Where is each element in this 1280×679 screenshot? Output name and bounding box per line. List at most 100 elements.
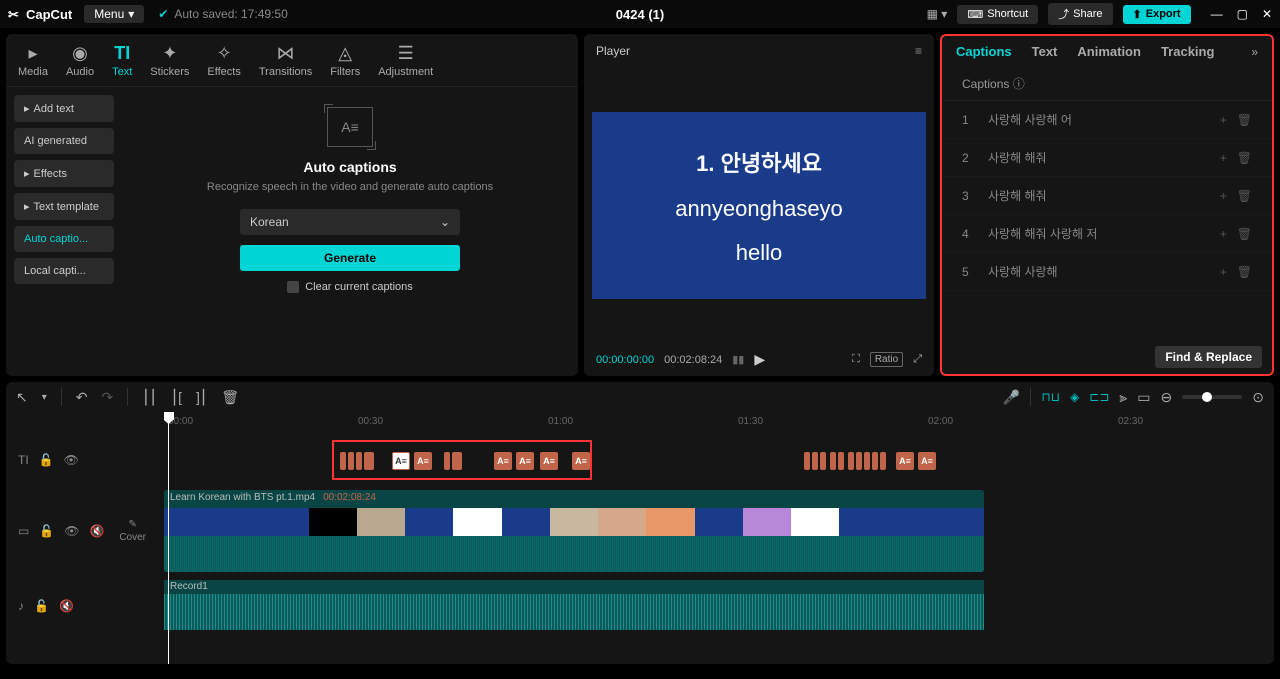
scan-icon[interactable]: ⛶ [852, 353, 860, 366]
caption-clip[interactable] [856, 452, 862, 470]
nav-add-text[interactable]: ▸Add text [14, 95, 114, 122]
preview-icon[interactable]: ▭ [1137, 389, 1150, 406]
caption-clip[interactable] [452, 452, 462, 470]
tab-filters[interactable]: ◬Filters [330, 42, 360, 78]
video-clip[interactable]: Learn Korean with BTS pt.1.mp4 00:02:08:… [164, 490, 984, 572]
find-replace-button[interactable]: Find & Replace [1155, 346, 1262, 368]
caption-clip[interactable]: A≡ [414, 452, 432, 470]
tab-effects[interactable]: ✧Effects [207, 42, 240, 78]
caption-track[interactable]: A≡ A≡ A≡ A≡ A≡ A≡ A≡ A≡ [164, 434, 1274, 486]
caption-clip[interactable] [356, 452, 362, 470]
cursor-tool[interactable]: ↖ [16, 389, 28, 406]
caption-clip[interactable] [838, 452, 844, 470]
zoom-fit-icon[interactable]: ⊙ [1252, 389, 1264, 406]
tab-text-props[interactable]: Text [1032, 44, 1058, 59]
playhead[interactable] [168, 412, 169, 664]
caption-clip[interactable] [444, 452, 450, 470]
plus-icon[interactable]: + [1220, 227, 1227, 241]
plus-icon[interactable]: + [1220, 113, 1227, 127]
caption-clip[interactable] [872, 452, 878, 470]
caption-clip[interactable] [830, 452, 836, 470]
link-icon[interactable]: ◈ [1070, 390, 1079, 404]
menu-icon[interactable]: ≡ [915, 44, 922, 58]
play-button[interactable]: ▶ [754, 351, 765, 368]
nav-local-captions[interactable]: Local capti... [14, 258, 114, 284]
caption-clip-selected[interactable]: A≡ [392, 452, 410, 470]
shortcut-button[interactable]: ⌨Shortcut [957, 5, 1038, 24]
snap-icon[interactable]: ⊏⊐ [1089, 390, 1109, 404]
cover-button[interactable]: ✎ Cover [119, 519, 146, 543]
mute-icon[interactable]: 🔇 [59, 599, 74, 613]
zoom-slider[interactable] [1182, 395, 1242, 399]
redo-button[interactable]: ↷ [102, 389, 114, 406]
caption-clip[interactable] [820, 452, 826, 470]
caption-clip[interactable]: A≡ [918, 452, 936, 470]
caption-clip[interactable] [880, 452, 886, 470]
magnet-icon[interactable]: ⊓⊔ [1041, 390, 1060, 404]
fullscreen-icon[interactable]: ⤢ [913, 353, 922, 366]
undo-button[interactable]: ↶ [76, 389, 88, 406]
caption-item[interactable]: 5사랑해 사랑해+🗑 [942, 253, 1272, 291]
columns-icon[interactable]: ▮▮ [732, 353, 744, 366]
trim-left-tool[interactable]: ⎮[ [171, 389, 182, 406]
eye-icon[interactable]: 👁 [64, 453, 79, 467]
menu-button[interactable]: Menu ▾ [84, 5, 144, 23]
audio-track[interactable]: Record1 [164, 576, 1274, 636]
video-track[interactable]: Learn Korean with BTS pt.1.mp4 00:02:08:… [164, 486, 1274, 576]
plus-icon[interactable]: + [1220, 189, 1227, 203]
zoom-out-icon[interactable]: ⊖ [1161, 389, 1173, 406]
split-tool[interactable]: ⎮⎮ [142, 389, 157, 406]
tab-media[interactable]: ▸Media [18, 42, 48, 78]
nav-ai-generated[interactable]: AI generated [14, 128, 114, 154]
lock-icon[interactable]: 🔓 [39, 453, 54, 467]
caption-clip[interactable] [804, 452, 810, 470]
minimize-button[interactable]: — [1211, 7, 1223, 21]
cursor-dropdown-icon[interactable]: ▾ [42, 392, 47, 403]
nav-effects[interactable]: ▸Effects [14, 160, 114, 187]
caption-clip[interactable]: A≡ [572, 452, 590, 470]
generate-button[interactable]: Generate [240, 245, 460, 271]
delete-icon[interactable]: 🗑 [1237, 151, 1252, 165]
clear-captions-checkbox[interactable]: Clear current captions [287, 281, 413, 293]
tab-tracking[interactable]: Tracking [1161, 44, 1214, 59]
tab-animation[interactable]: Animation [1077, 44, 1141, 59]
plus-icon[interactable]: + [1220, 265, 1227, 279]
tab-text[interactable]: TIText [112, 42, 132, 78]
caption-clip[interactable] [848, 452, 854, 470]
export-button[interactable]: ⬆Export [1123, 5, 1191, 24]
info-icon[interactable]: ⓘ [1013, 77, 1025, 91]
plus-icon[interactable]: + [1220, 151, 1227, 165]
video-viewport[interactable]: 1. 안녕하세요 annyeonghaseyo hello [584, 68, 934, 343]
delete-icon[interactable]: 🗑 [1237, 113, 1252, 127]
caption-clip[interactable] [864, 452, 870, 470]
tab-adjustment[interactable]: ☰Adjustment [378, 42, 433, 78]
mic-icon[interactable]: 🎤 [1003, 389, 1020, 406]
delete-icon[interactable]: 🗑 [1237, 189, 1252, 203]
nav-auto-captions[interactable]: Auto captio... [14, 226, 114, 252]
delete-tool[interactable]: 🗑 [221, 389, 239, 406]
audio-clip[interactable]: Record1 [164, 580, 984, 630]
timeline-ruler[interactable]: 00:00 00:30 01:00 01:30 02:00 02:30 [164, 412, 1274, 434]
caption-item[interactable]: 1사랑해 사랑해 어+🗑 [942, 101, 1272, 139]
maximize-button[interactable]: ▢ [1237, 7, 1248, 21]
close-button[interactable]: ✕ [1262, 7, 1272, 21]
tab-transitions[interactable]: ⋈Transitions [259, 42, 312, 78]
document-title[interactable]: 0424 (1) [616, 7, 664, 22]
delete-icon[interactable]: 🗑 [1237, 227, 1252, 241]
align-icon[interactable]: ⫸ [1119, 389, 1127, 406]
delete-icon[interactable]: 🗑 [1237, 265, 1252, 279]
caption-item[interactable]: 3사랑해 해줘+🗑 [942, 177, 1272, 215]
caption-item[interactable]: 4사랑해 해줘 사랑해 저+🗑 [942, 215, 1272, 253]
caption-clip[interactable]: A≡ [896, 452, 914, 470]
tab-captions[interactable]: Captions [956, 44, 1012, 59]
caption-clip[interactable]: A≡ [540, 452, 558, 470]
lock-icon[interactable]: 🔓 [39, 524, 54, 538]
lock-icon[interactable]: 🔓 [34, 599, 49, 613]
caption-clip[interactable] [348, 452, 354, 470]
ratio-button[interactable]: Ratio [870, 352, 903, 367]
language-select[interactable]: Korean ⌄ [240, 209, 460, 235]
caption-clip[interactable]: A≡ [494, 452, 512, 470]
nav-text-template[interactable]: ▸Text template [14, 193, 114, 220]
caption-clip[interactable]: A≡ [516, 452, 534, 470]
caption-clip[interactable] [340, 452, 346, 470]
